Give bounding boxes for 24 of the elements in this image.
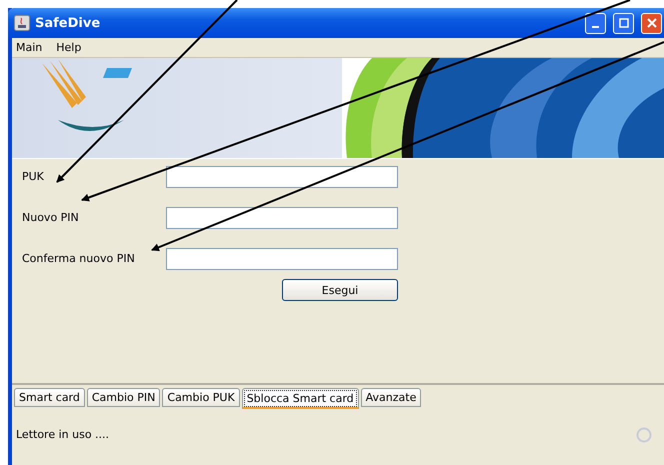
status-text: Lettore in uso .... xyxy=(16,428,110,441)
minimize-icon xyxy=(592,26,599,28)
field-label: PUK xyxy=(22,170,45,183)
maximize-button[interactable] xyxy=(613,12,634,34)
minimize-button[interactable] xyxy=(585,12,606,34)
menu-item[interactable]: Main xyxy=(16,41,42,54)
close-icon xyxy=(646,17,658,29)
tab[interactable]: Smart card xyxy=(14,388,85,407)
window-title: SafeDive xyxy=(35,16,102,30)
tab[interactable]: Cambio PIN xyxy=(86,388,160,407)
tab[interactable]: Avanzate xyxy=(360,388,422,407)
input-field[interactable] xyxy=(166,166,398,188)
execute-button[interactable]: Esegui xyxy=(282,279,398,301)
app-icon xyxy=(14,15,30,31)
tab[interactable]: Cambio PUK xyxy=(162,388,240,407)
input-field[interactable] xyxy=(166,207,398,229)
field-label: Conferma nuovo PIN xyxy=(22,252,136,265)
maximize-icon xyxy=(618,18,628,28)
field-label: Nuovo PIN xyxy=(22,211,80,224)
menu-item[interactable]: Help xyxy=(56,41,82,54)
tab[interactable]: Sblocca Smart card xyxy=(242,388,359,409)
close-button[interactable] xyxy=(641,12,662,34)
input-field[interactable] xyxy=(166,248,398,270)
progress-ring-icon xyxy=(636,426,652,442)
